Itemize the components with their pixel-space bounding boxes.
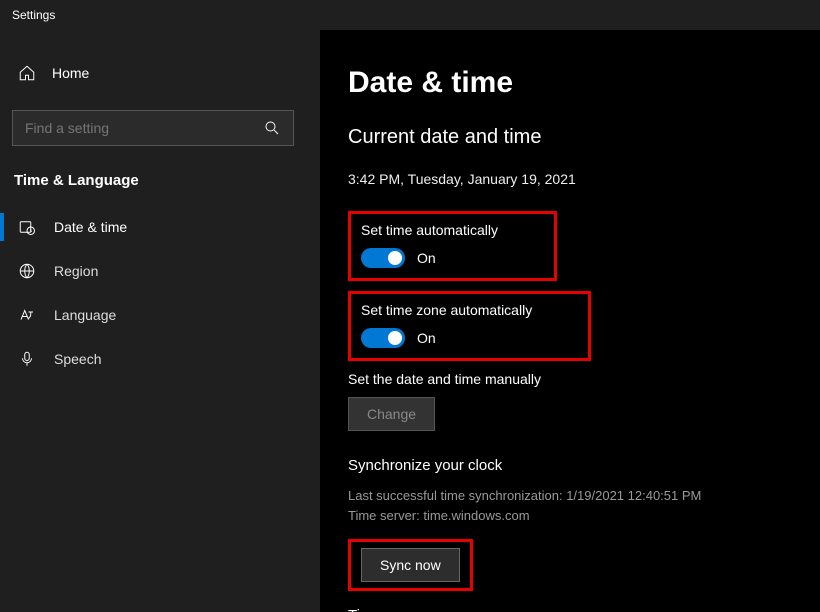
sidebar: Home Time & Language Date & time Region — [0, 30, 320, 612]
sync-last: Last successful time synchronization: 1/… — [348, 486, 792, 506]
set-time-auto-state: On — [417, 250, 436, 266]
set-time-auto-toggle[interactable] — [361, 248, 405, 268]
sync-info: Last successful time synchronization: 1/… — [348, 486, 792, 525]
sidebar-item-speech[interactable]: Speech — [0, 337, 306, 381]
sidebar-home[interactable]: Home — [0, 54, 306, 92]
set-tz-auto-label: Set time zone automatically — [361, 302, 532, 318]
change-button[interactable]: Change — [348, 397, 435, 431]
globe-icon — [18, 262, 36, 280]
highlight-sync-now: Sync now — [348, 539, 473, 591]
sidebar-home-label: Home — [52, 65, 89, 81]
sync-server: Time server: time.windows.com — [348, 506, 792, 526]
content-pane: Date & time Current date and time 3:42 P… — [320, 30, 820, 612]
highlight-set-time-auto: Set time automatically On — [348, 211, 557, 281]
window-title: Settings — [0, 0, 820, 30]
sidebar-item-date-time[interactable]: Date & time — [0, 205, 306, 249]
sidebar-item-label: Region — [54, 263, 98, 279]
sidebar-item-label: Language — [54, 307, 116, 323]
search-icon — [263, 119, 281, 137]
manual-label: Set the date and time manually — [348, 371, 792, 387]
calendar-clock-icon — [18, 218, 36, 236]
home-icon — [18, 64, 36, 82]
sidebar-item-language[interactable]: Language — [0, 293, 306, 337]
section-subheading: Current date and time — [348, 126, 792, 149]
sidebar-item-label: Date & time — [54, 219, 127, 235]
language-icon — [18, 306, 36, 324]
set-tz-auto-state: On — [417, 330, 436, 346]
highlight-set-tz-auto: Set time zone automatically On — [348, 291, 591, 361]
microphone-icon — [18, 350, 36, 368]
search-box[interactable] — [12, 110, 294, 146]
sidebar-item-label: Speech — [54, 351, 101, 367]
sidebar-item-region[interactable]: Region — [0, 249, 306, 293]
current-datetime: 3:42 PM, Tuesday, January 19, 2021 — [348, 171, 792, 187]
search-input[interactable] — [25, 120, 263, 136]
sidebar-category: Time & Language — [0, 146, 306, 205]
page-heading: Date & time — [348, 66, 792, 100]
sync-title: Synchronize your clock — [348, 457, 792, 474]
set-tz-auto-toggle[interactable] — [361, 328, 405, 348]
sync-now-button[interactable]: Sync now — [361, 548, 460, 582]
set-time-auto-label: Set time automatically — [361, 222, 498, 238]
timezone-label: Time zone — [348, 607, 792, 612]
